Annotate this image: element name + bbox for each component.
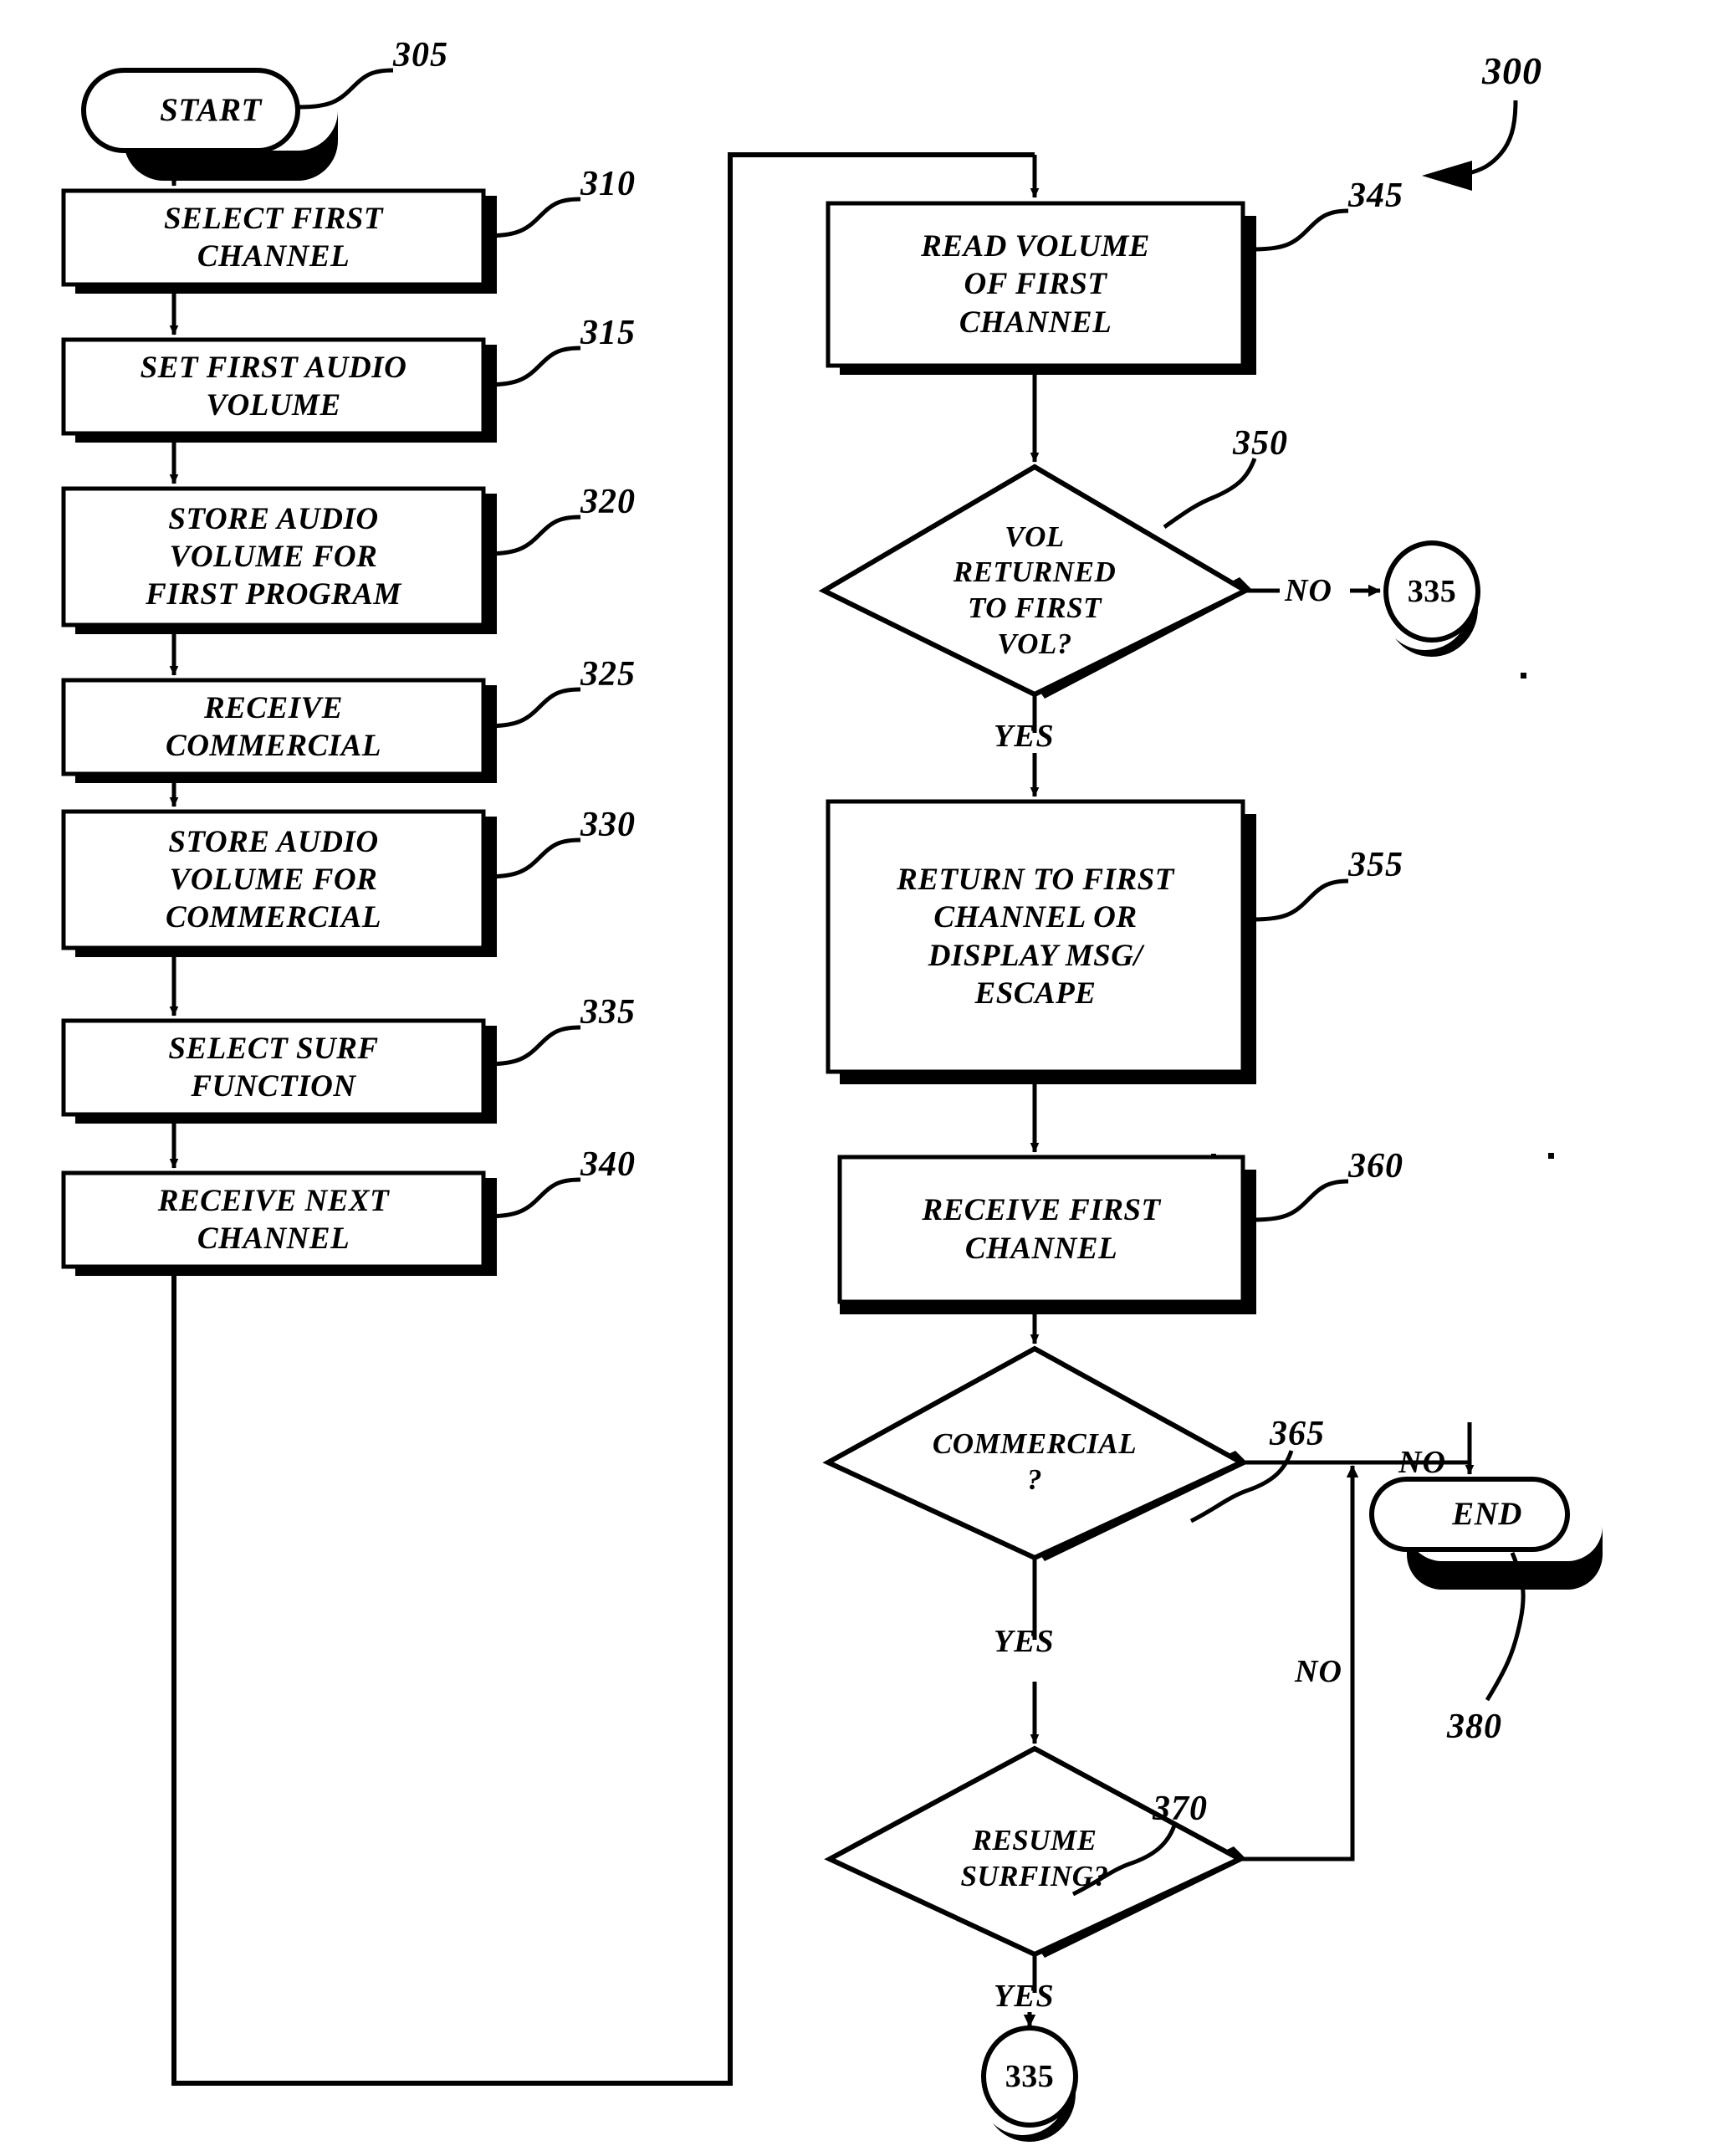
refnum-335: 335 [580, 993, 636, 1032]
edge-label-365-no: NO [1398, 1445, 1446, 1480]
refnum-315: 315 [580, 314, 636, 352]
refnum-325: 325 [580, 655, 636, 694]
edge-label-370-no: NO [1295, 1654, 1342, 1689]
refnum-350: 350 [1233, 424, 1288, 463]
refnum-340: 340 [580, 1145, 636, 1184]
refnum-360: 360 [1348, 1147, 1403, 1186]
refnum-380: 380 [1447, 1708, 1502, 1746]
refnum-370: 370 [1153, 1790, 1208, 1828]
refnum-305: 305 [393, 36, 448, 74]
refnum-330: 330 [580, 806, 636, 844]
flowchart-graphics [61, 68, 1603, 2143]
edge-label-350-no: NO [1285, 573, 1332, 608]
refnum-300-figure: 300 [1482, 49, 1542, 92]
refnum-320: 320 [580, 483, 636, 521]
refnum-345: 345 [1348, 177, 1403, 215]
figure-canvas: START SELECT FIRST CHANNEL SET FIRST AUD… [0, 0, 1723, 2156]
edge-label-365-yes: YES [994, 1624, 1055, 1659]
edge-label-350-yes: YES [994, 719, 1055, 754]
edge-label-370-yes: YES [994, 1979, 1055, 2014]
refnum-310: 310 [580, 165, 636, 203]
refnum-355: 355 [1348, 846, 1403, 884]
refnum-365: 365 [1270, 1415, 1325, 1453]
